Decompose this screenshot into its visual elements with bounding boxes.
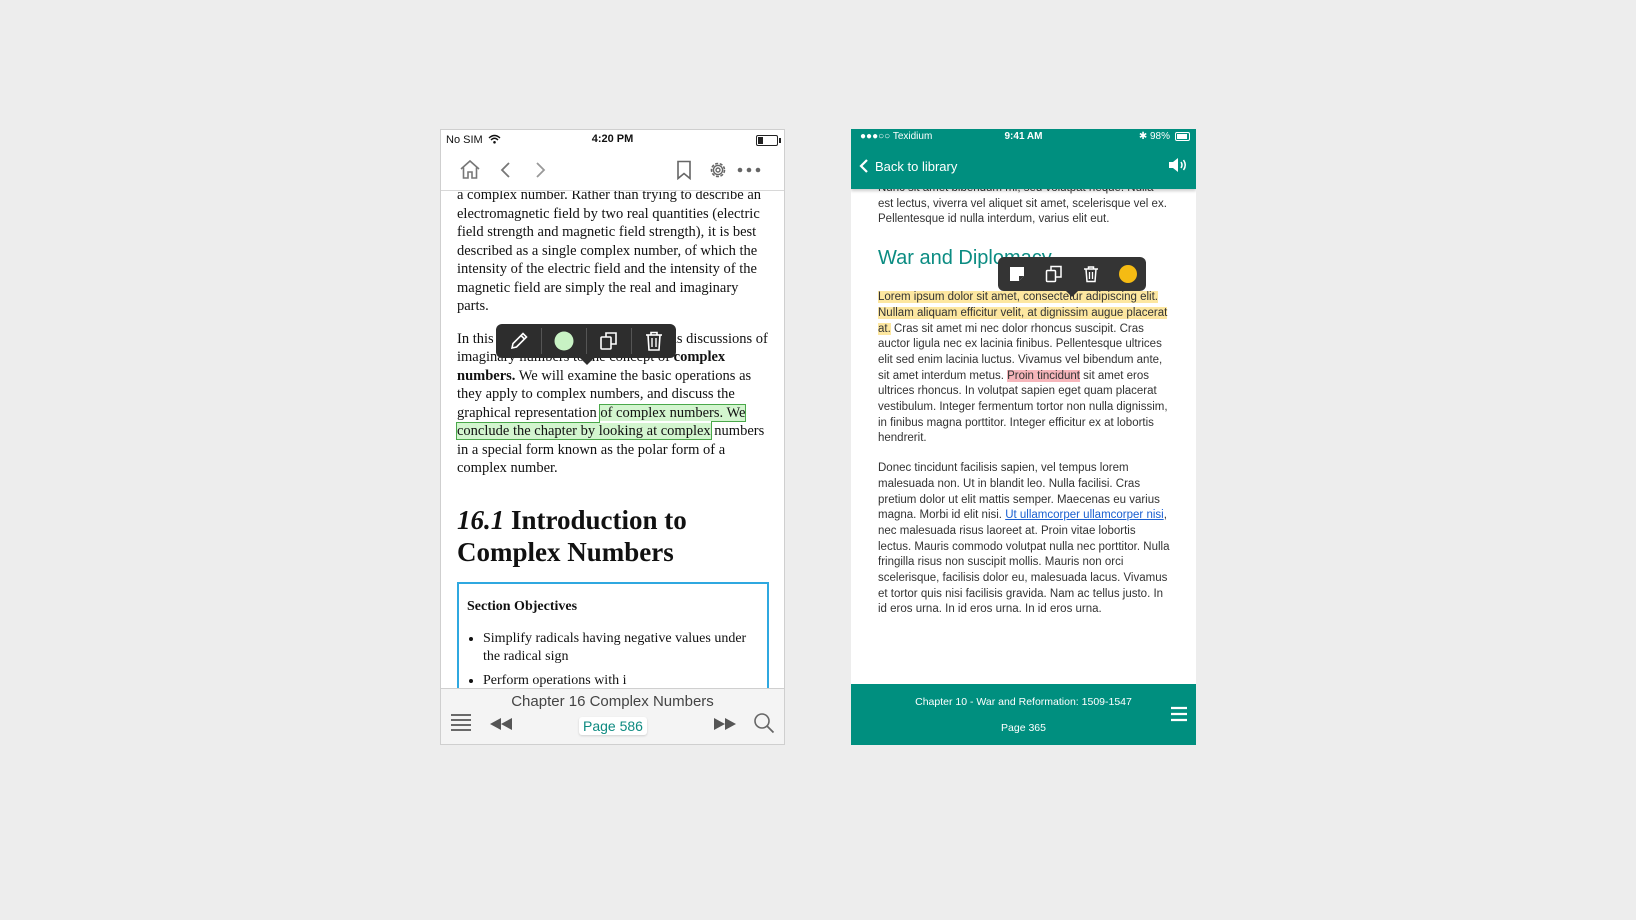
inline-link[interactable]: Ut ullamcorper ullamcorper nisi (1005, 509, 1164, 521)
highlight-popup-menu (998, 257, 1146, 297)
paragraph-second: Donec tincidunt facilisis sapien, vel te… (878, 462, 1170, 616)
top-toolbar (441, 150, 784, 191)
battery-icon (756, 135, 781, 146)
home-icon[interactable] (459, 159, 481, 180)
highlighted-text-red[interactable]: Proin tincidunt (1007, 369, 1080, 382)
pencil-icon (510, 332, 528, 350)
page-indicator[interactable]: Page 365 (851, 722, 1196, 734)
copy-icon (1045, 265, 1062, 283)
gear-icon[interactable] (708, 160, 728, 180)
highlight-popup-menu (496, 324, 676, 365)
copy-icon (599, 332, 617, 350)
objectives-title: Section Objectives (467, 598, 578, 614)
back-chevron-icon (859, 159, 868, 173)
copy-button[interactable] (1035, 257, 1072, 291)
add-note-button[interactable] (998, 257, 1035, 291)
back-chevron-icon[interactable] (499, 161, 511, 179)
bottom-navigation-bar: Chapter 16 Complex Numbers Page 586 (441, 688, 784, 744)
forward-chevron-icon[interactable] (535, 161, 547, 179)
back-to-library-button[interactable]: Back to library (859, 155, 957, 177)
paragraph-intro: a complex number. Rather than trying to … (457, 187, 762, 314)
paragraph-main: Lorem ipsum dolor sit amet, consectetur … (878, 291, 1168, 445)
edit-note-button[interactable] (496, 324, 541, 358)
delete-button[interactable] (1072, 257, 1109, 291)
search-icon[interactable] (753, 712, 775, 734)
bottom-navigation-bar: Chapter 10 - War and Reformation: 1509-1… (851, 684, 1196, 745)
table-of-contents-icon[interactable] (450, 713, 472, 731)
app-header: ●●●○○ Texidium 9:41 AM ✱ 98% Back to lib… (851, 129, 1196, 189)
page-indicator[interactable]: Page 586 (579, 717, 647, 735)
color-dot-icon (554, 331, 573, 351)
reader-left: No SIM 4:20 PM a complex number. Rather … (440, 129, 785, 745)
highlight-color-button[interactable] (1109, 257, 1146, 291)
rewind-icon[interactable] (489, 717, 513, 731)
more-options-icon[interactable] (737, 167, 761, 173)
reader-right: ●●●○○ Texidium 9:41 AM ✱ 98% Back to lib… (851, 129, 1196, 745)
menu-icon[interactable] (1170, 706, 1188, 722)
fast-forward-icon[interactable] (713, 717, 737, 731)
status-time: 4:20 PM (591, 133, 634, 145)
objective-item: Simplify radicals having negative values… (483, 630, 759, 666)
speaker-icon[interactable] (1168, 157, 1188, 173)
section-objectives-box: Section Objectives Simplify radicals hav… (457, 581, 769, 702)
chapter-title: Chapter 10 - War and Reformation: 1509-1… (915, 696, 1132, 708)
trash-icon (1083, 266, 1098, 283)
note-icon (1009, 267, 1024, 281)
book-content: a complex number. Rather than trying to … (455, 186, 769, 702)
copy-button[interactable] (586, 324, 631, 358)
back-label: Back to library (875, 158, 958, 174)
chapter-title: Chapter 16 Complex Numbers (511, 693, 714, 710)
status-bar: ●●●○○ Texidium 9:41 AM ✱ 98% (851, 129, 1196, 145)
status-bar: No SIM 4:20 PM (441, 130, 784, 150)
bookmark-icon[interactable] (676, 160, 692, 180)
color-dot-icon (1118, 265, 1137, 283)
section-heading: 16.1 Introduction to Complex Numbers (457, 504, 687, 567)
highlight-color-button[interactable] (541, 324, 586, 358)
battery-percent: ✱ 98% (1138, 131, 1170, 142)
book-content: Nunc sit amet bibendum mi, sed volutpat … (878, 181, 1170, 618)
delete-button[interactable] (631, 324, 676, 358)
trash-icon (645, 331, 662, 351)
battery-icon (1175, 132, 1190, 141)
